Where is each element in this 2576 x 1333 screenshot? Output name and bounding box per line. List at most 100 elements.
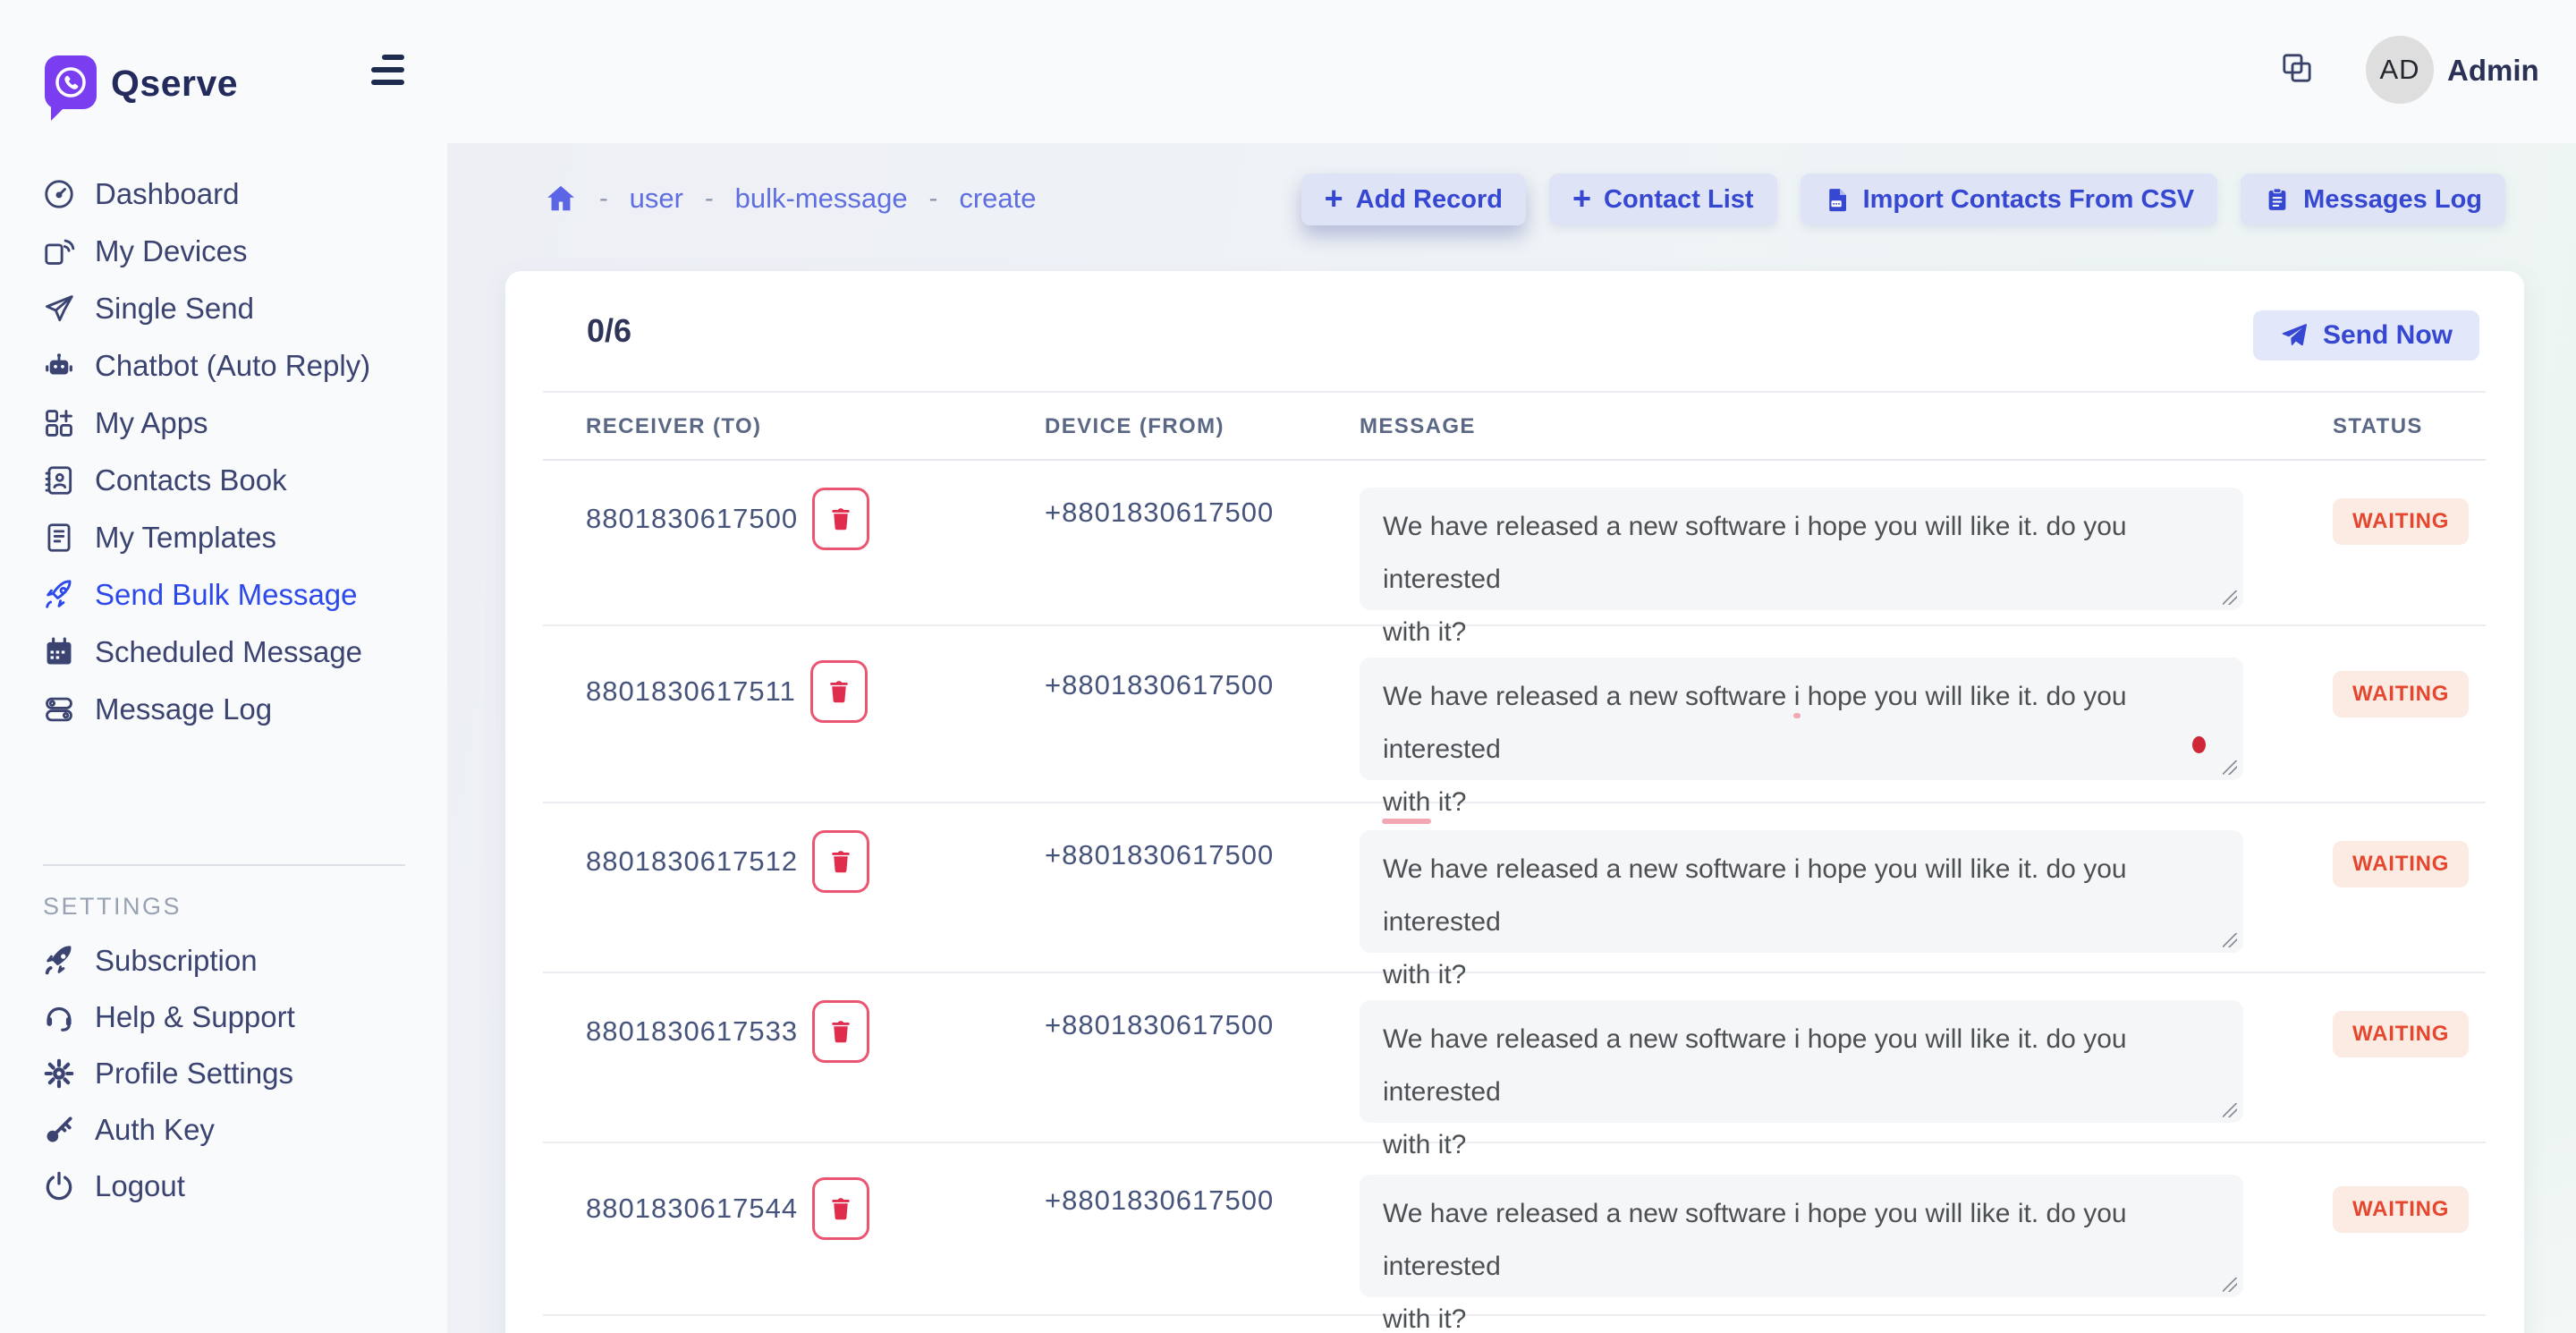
sidebar-item-profile-settings[interactable]: Profile Settings [0, 1045, 447, 1101]
home-icon[interactable] [544, 182, 578, 216]
resize-handle-icon[interactable] [2223, 760, 2237, 775]
brand-logo[interactable] [45, 55, 97, 109]
message-textarea[interactable]: We have released a new software i hope y… [1360, 830, 2243, 953]
trash-icon [826, 677, 852, 706]
send-icon [2280, 321, 2309, 350]
table-header-row: RECEIVER (TO) DEVICE (FROM) MESSAGE STAT… [543, 393, 2486, 461]
sidebar-divider [43, 864, 405, 866]
plus-icon: + [1572, 183, 1591, 215]
message-cell: We have released a new software i hope y… [1360, 488, 2243, 610]
breadcrumb-separator: - [599, 184, 608, 214]
sidebar-nav: Dashboard My Devices Single Send [0, 166, 447, 738]
sidebar-item-my-templates[interactable]: My Templates [0, 509, 447, 566]
message-cell: We have released a new software i hope y… [1360, 830, 2243, 953]
apps-grid-icon [41, 405, 77, 441]
sidebar: Dashboard My Devices Single Send [0, 143, 447, 1333]
spellcheck-underline: i [1794, 682, 1801, 711]
bulk-message-card: 0/6 Send Now RECEIVER (TO) DEVICE (FROM)… [505, 271, 2524, 1333]
messages-log-button[interactable]: Messages Log [2241, 174, 2505, 225]
delete-row-button[interactable] [812, 830, 869, 893]
trash-icon [827, 505, 854, 533]
receiver-number: 8801830617500 [586, 503, 798, 535]
rocket-filled-icon [41, 943, 77, 979]
device-number: +8801830617500 [1045, 669, 1274, 701]
robot-icon [41, 348, 77, 384]
trash-icon [827, 1194, 854, 1223]
sidebar-item-subscription[interactable]: Subscription [0, 932, 447, 989]
app: Qserve AD Admin Dashboard [0, 0, 2576, 1333]
clipboard-icon [2264, 185, 2291, 214]
delete-row-button[interactable] [812, 488, 869, 550]
message-textarea[interactable]: We have released a new software i hope y… [1360, 658, 2243, 780]
status-badge: WAITING [2333, 498, 2469, 545]
delete-row-button[interactable] [812, 1177, 869, 1240]
message-textarea[interactable]: We have released a new software i hope y… [1360, 1000, 2243, 1123]
status-badge: WAITING [2333, 1011, 2469, 1057]
sidebar-item-dashboard[interactable]: Dashboard [0, 166, 447, 223]
add-record-button[interactable]: + Add Record [1301, 174, 1526, 225]
sidebar-item-my-devices[interactable]: My Devices [0, 223, 447, 280]
device-number: +8801830617500 [1045, 1184, 1274, 1217]
status-cell: WAITING [2333, 1186, 2469, 1233]
plus-icon: + [1325, 183, 1343, 215]
window-copy-icon[interactable] [2279, 50, 2315, 86]
power-icon [41, 1168, 77, 1204]
resize-handle-icon[interactable] [2223, 933, 2237, 947]
receiver-cell: 8801830617500 [586, 488, 869, 550]
hamburger-menu-icon[interactable] [371, 55, 404, 85]
message-textarea[interactable]: We have released a new software i hope y… [1360, 488, 2243, 610]
sidebar-item-message-log[interactable]: Message Log [0, 681, 447, 738]
receiver-number: 8801830617544 [586, 1193, 798, 1225]
top-header: Qserve AD Admin [0, 0, 2576, 143]
sidebar-item-contacts-book[interactable]: Contacts Book [0, 452, 447, 509]
status-cell: WAITING [2333, 498, 2469, 545]
record-counter: 0/6 [587, 312, 631, 350]
sidebar-item-help-support[interactable]: Help & Support [0, 989, 447, 1045]
resize-handle-icon[interactable] [2223, 1103, 2237, 1117]
breadcrumb: - user - bulk-message - create [544, 177, 1036, 220]
user-avatar[interactable]: AD [2366, 36, 2434, 104]
receiver-number: 8801830617512 [586, 845, 798, 878]
dashboard-icon [41, 176, 77, 212]
receiver-cell: 8801830617544 [586, 1177, 869, 1240]
sidebar-item-chatbot[interactable]: Chatbot (Auto Reply) [0, 337, 447, 395]
sidebar-item-logout[interactable]: Logout [0, 1158, 447, 1214]
message-cell: We have released a new software i hope y… [1360, 1000, 2243, 1123]
message-cell: We have released a new software i hope y… [1360, 1175, 2243, 1297]
brand-name: Qserve [111, 63, 238, 105]
import-contacts-csv-button[interactable]: Import Contacts From CSV [1801, 174, 2218, 225]
breadcrumb-item-create[interactable]: create [959, 183, 1036, 215]
sidebar-item-my-apps[interactable]: My Apps [0, 395, 447, 452]
status-cell: WAITING [2333, 841, 2469, 887]
delete-row-button[interactable] [810, 660, 868, 723]
message-textarea[interactable]: We have released a new software i hope y… [1360, 1175, 2243, 1297]
settings-section-label: SETTINGS [43, 893, 182, 921]
grammar-checker-dot[interactable] [2192, 736, 2206, 753]
contact-list-button[interactable]: + Contact List [1549, 174, 1777, 225]
resize-handle-icon[interactable] [2223, 1278, 2237, 1292]
top-action-buttons: + Add Record + Contact List Import Conta… [1301, 174, 2505, 225]
sidebar-item-scheduled-message[interactable]: Scheduled Message [0, 624, 447, 681]
resize-handle-icon[interactable] [2223, 590, 2237, 605]
column-header-receiver: RECEIVER (TO) [586, 414, 761, 439]
receiver-cell: 8801830617512 [586, 830, 869, 893]
device-number: +8801830617500 [1045, 839, 1274, 871]
breadcrumb-item-bulk-message[interactable]: bulk-message [735, 183, 908, 215]
table-row: 8801830617544 +8801830617500 We have rel… [543, 1143, 2486, 1316]
receiver-cell: 8801830617533 [586, 1000, 869, 1063]
receiver-cell: 8801830617511 [586, 660, 868, 723]
paper-plane-icon [41, 291, 77, 327]
send-now-button[interactable]: Send Now [2253, 310, 2479, 361]
sidebar-item-auth-key[interactable]: Auth Key [0, 1101, 447, 1158]
delete-row-button[interactable] [812, 1000, 869, 1063]
sidebar-item-single-send[interactable]: Single Send [0, 280, 447, 337]
receiver-number: 8801830617511 [586, 675, 796, 708]
table-body: 8801830617500 +8801830617500 We have rel… [543, 461, 2486, 1316]
calendar-icon [41, 634, 77, 670]
user-name[interactable]: Admin [2447, 54, 2539, 88]
key-icon [41, 1112, 77, 1148]
breadcrumb-item-user[interactable]: user [630, 183, 683, 215]
sidebar-item-send-bulk-message[interactable]: Send Bulk Message [0, 566, 447, 624]
sidebar-settings-nav: Subscription Help & Support [0, 932, 447, 1214]
column-header-status: STATUS [2333, 414, 2423, 439]
